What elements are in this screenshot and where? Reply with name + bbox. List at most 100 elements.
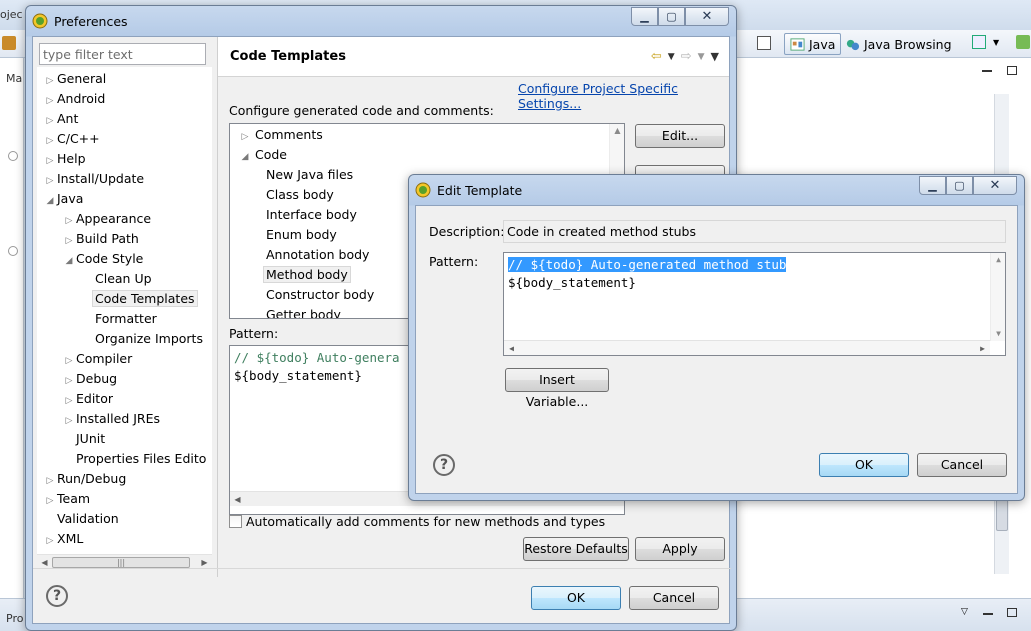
expand-icon[interactable]: ▷ xyxy=(43,71,57,91)
close-button[interactable]: ✕ xyxy=(973,176,1017,195)
forward-dropdown-icon[interactable]: ▼ xyxy=(698,52,705,62)
back-dropdown-icon[interactable]: ▼ xyxy=(668,52,675,62)
expand-icon[interactable]: ▷ xyxy=(43,171,57,191)
cancel-button[interactable]: Cancel xyxy=(629,586,719,610)
tree-item[interactable]: ▷ XML xyxy=(43,529,84,551)
expand-icon[interactable]: ▷ xyxy=(43,111,57,131)
restore-defaults-button[interactable]: Restore Defaults xyxy=(523,537,629,561)
tree-item[interactable]: ◢ Java xyxy=(43,189,84,211)
description-field[interactable]: Code in created method stubs xyxy=(503,220,1006,243)
expand-icon[interactable]: ▷ xyxy=(62,411,76,431)
minimize-view-icon[interactable] xyxy=(982,70,992,72)
tree-item[interactable]: Formatter xyxy=(81,309,157,329)
template-item[interactable]: Constructor body xyxy=(266,285,374,305)
collapse-icon[interactable] xyxy=(8,151,18,161)
tree-item[interactable]: ▷ Team xyxy=(43,489,91,511)
page-menu-icon[interactable]: ▼ xyxy=(711,50,719,63)
checkbox-toolbar-icon[interactable] xyxy=(972,35,986,49)
template-item[interactable]: Getter body xyxy=(266,305,341,318)
tree-item[interactable]: Validation xyxy=(43,509,119,529)
expand-icon[interactable]: ▷ xyxy=(43,471,57,491)
tree-item[interactable]: Properties Files Edito xyxy=(62,449,206,469)
package-explorer-tab[interactable]: Ma xyxy=(6,72,22,85)
auto-comments-checkbox[interactable] xyxy=(229,515,242,528)
tree-item[interactable]: ▷ Help xyxy=(43,149,86,169)
back-arrow-icon[interactable]: ⇦ xyxy=(651,49,662,64)
project-specific-settings-link[interactable]: Configure Project Specific Settings... xyxy=(518,81,729,111)
tree-item[interactable]: ▷ Appearance xyxy=(62,209,152,231)
open-perspective-icon[interactable] xyxy=(757,36,771,50)
collapse-icon[interactable]: ◢ xyxy=(238,147,252,167)
expand-icon[interactable]: ▷ xyxy=(62,231,76,251)
tree-item[interactable]: ▷ General xyxy=(43,69,107,91)
tree-item[interactable]: Code Templates xyxy=(81,289,198,309)
perspective-java-browsing-button[interactable]: Java Browsing xyxy=(840,33,957,55)
pattern-horizontal-scrollbar[interactable]: ◀ ▶ xyxy=(504,340,990,355)
expand-icon[interactable]: ▷ xyxy=(62,371,76,391)
tree-item[interactable]: Clean Up xyxy=(81,269,152,289)
template-item[interactable]: Enum body xyxy=(266,225,337,245)
tree-item[interactable]: ◢ Code Style xyxy=(62,249,144,271)
tree-item[interactable]: ▷ Compiler xyxy=(62,349,133,371)
problems-tab[interactable]: Pro xyxy=(6,612,23,625)
help-icon[interactable]: ? xyxy=(433,454,455,476)
tree-item[interactable]: ▷ C/C++ xyxy=(43,129,100,149)
minimize-view-icon[interactable] xyxy=(983,613,993,615)
tree-item[interactable]: ▷ Editor xyxy=(62,389,113,409)
maximize-button[interactable]: ▢ xyxy=(658,7,685,26)
toolbar-dropdown-icon[interactable]: ▼ xyxy=(993,38,999,47)
expand-icon[interactable]: ▷ xyxy=(43,131,57,151)
template-item[interactable]: Annotation body xyxy=(266,245,369,265)
edit-button[interactable]: Edit... xyxy=(635,124,725,148)
scroll-up-icon[interactable]: ▲ xyxy=(610,124,624,138)
toolbar-icon-right[interactable] xyxy=(1016,35,1030,49)
insert-variable-button[interactable]: Insert Variable... xyxy=(505,368,609,409)
ok-button[interactable]: OK xyxy=(531,586,621,610)
tree-item[interactable]: ▷ Android xyxy=(43,89,106,111)
template-item[interactable]: ◢ Code xyxy=(238,145,287,165)
toolbar-icon[interactable] xyxy=(2,36,16,50)
expand-icon[interactable]: ▷ xyxy=(62,211,76,231)
collapse-icon[interactable] xyxy=(8,246,18,256)
cancel-button[interactable]: Cancel xyxy=(917,453,1007,477)
sash[interactable] xyxy=(217,37,218,577)
minimize-button[interactable]: ▁ xyxy=(919,176,946,195)
maximize-view-icon[interactable] xyxy=(1007,66,1017,75)
tree-item[interactable]: ▷ Ant xyxy=(43,109,79,131)
preferences-titlebar[interactable]: Preferences ▁ ▢ ✕ xyxy=(26,6,736,36)
scroll-up-icon[interactable]: ▲ xyxy=(991,253,1005,267)
template-item[interactable]: New Java files xyxy=(266,165,353,185)
tree-item[interactable]: Organize Imports xyxy=(81,329,203,349)
view-menu-icon[interactable]: ▽ xyxy=(961,607,968,617)
tree-item[interactable]: ▷ Run/Debug xyxy=(43,469,127,491)
scrollbar-thumb[interactable] xyxy=(996,499,1008,531)
expand-icon[interactable]: ▷ xyxy=(43,491,57,511)
expand-icon[interactable]: ▷ xyxy=(43,91,57,111)
template-item[interactable]: Interface body xyxy=(266,205,357,225)
expand-icon[interactable]: ▷ xyxy=(62,391,76,411)
tree-item[interactable]: ▷ Debug xyxy=(62,369,118,391)
pattern-editor[interactable]: // ${todo} Auto-generated method stub ${… xyxy=(503,252,1006,356)
scroll-right-icon[interactable]: ▶ xyxy=(975,341,990,355)
collapse-icon[interactable]: ◢ xyxy=(62,251,76,271)
expand-icon[interactable]: ▷ xyxy=(43,151,57,171)
scrollbar-thumb[interactable]: ||| xyxy=(52,557,190,568)
minimize-button[interactable]: ▁ xyxy=(631,7,658,26)
expand-icon[interactable]: ▷ xyxy=(62,351,76,371)
tree-horizontal-scrollbar[interactable]: ◀ ||| ▶ xyxy=(37,554,212,569)
filter-input[interactable] xyxy=(39,43,206,65)
ok-button[interactable]: OK xyxy=(819,453,909,477)
perspective-java-button[interactable]: Java xyxy=(784,33,842,55)
apply-button[interactable]: Apply xyxy=(635,537,725,561)
tree-item[interactable]: ▷ Build Path xyxy=(62,229,139,249)
forward-arrow-icon[interactable]: ⇨ xyxy=(681,49,692,64)
expand-icon[interactable]: ▷ xyxy=(43,531,57,551)
tree-item[interactable]: ▷ Install/Update xyxy=(43,169,145,191)
collapse-icon[interactable]: ◢ xyxy=(43,191,57,211)
workbench-tab-fragment[interactable]: ojec xyxy=(0,8,23,21)
template-item[interactable]: ▷ Comments xyxy=(238,125,323,145)
pattern-vertical-scrollbar[interactable]: ▲ ▼ xyxy=(990,253,1005,341)
template-item[interactable]: Class body xyxy=(266,185,334,205)
scroll-down-icon[interactable]: ▼ xyxy=(991,327,1005,341)
edit-template-titlebar[interactable]: Edit Template ▁ ▢ ✕ xyxy=(409,175,1024,205)
